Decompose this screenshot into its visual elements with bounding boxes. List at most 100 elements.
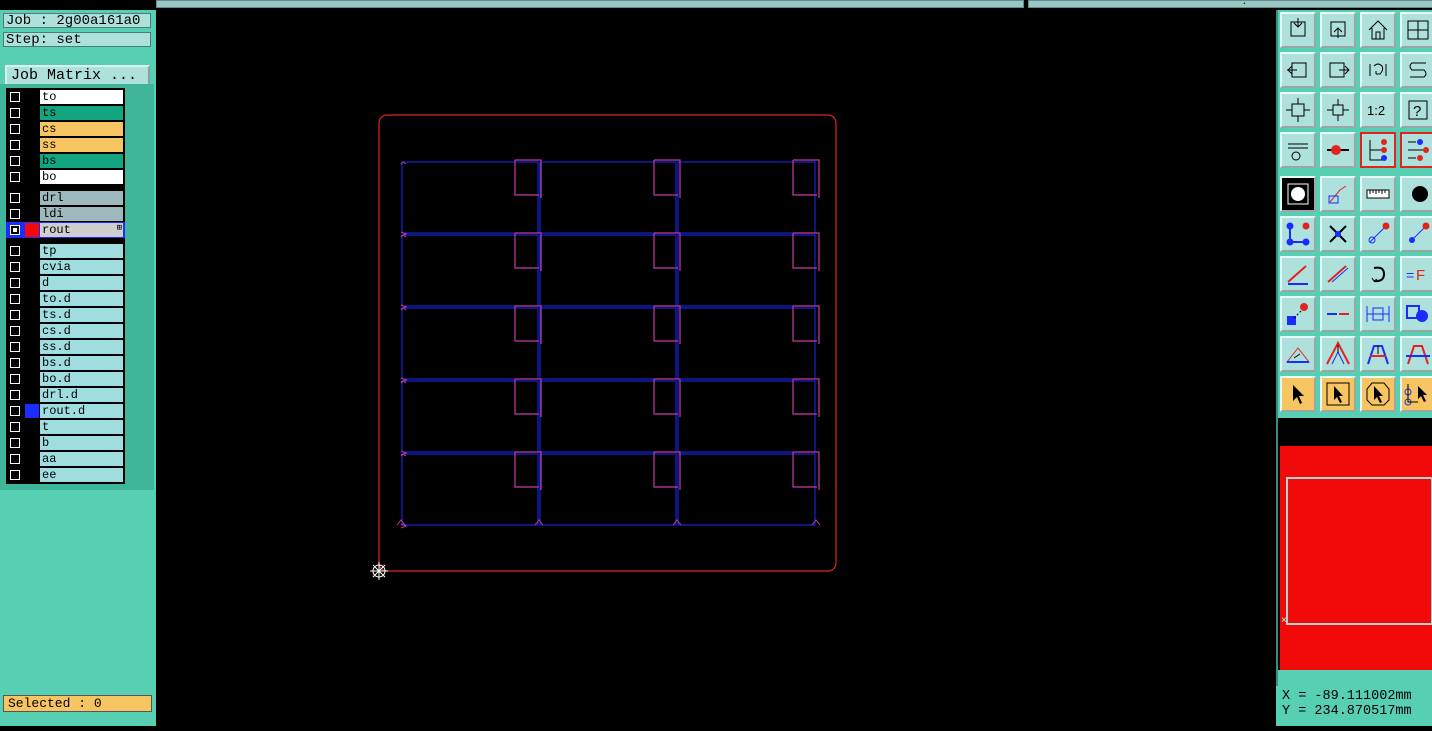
layer-checkbox[interactable] <box>10 342 20 352</box>
layer-checkbox[interactable] <box>10 406 20 416</box>
layer-row-b[interactable]: b <box>6 435 125 451</box>
layer-row-ldi[interactable]: ldi <box>6 206 125 222</box>
zoom-center-icon[interactable] <box>1320 92 1356 128</box>
layer-name[interactable]: d <box>40 276 123 290</box>
layer-row-bs-d[interactable]: bs.d <box>6 355 125 371</box>
layer-color-swatch[interactable] <box>25 308 39 322</box>
layer-checkbox[interactable] <box>10 294 20 304</box>
layer-color-swatch[interactable] <box>25 154 39 168</box>
layer-row-rout[interactable]: rout ⊞ <box>6 222 125 238</box>
layer-row-ss-d[interactable]: ss.d <box>6 339 125 355</box>
layer-color-swatch[interactable] <box>25 468 39 482</box>
layer-checkbox[interactable] <box>10 470 20 480</box>
shape-edit-icon[interactable] <box>1320 176 1356 212</box>
layer-name[interactable]: ss.d <box>40 340 123 354</box>
layer-name[interactable]: b <box>40 436 123 450</box>
layer-checkbox[interactable] <box>10 438 20 448</box>
layer-color-swatch[interactable] <box>25 372 39 386</box>
layer-name[interactable]: bo.d <box>40 372 123 386</box>
triangle-up-icon[interactable] <box>1320 336 1356 372</box>
layer-checkbox[interactable] <box>10 108 20 118</box>
layer-checkbox[interactable] <box>10 209 20 219</box>
layer-name[interactable]: to.d <box>40 292 123 306</box>
shapes-icon[interactable] <box>1400 296 1432 332</box>
layer-name[interactable]: cs <box>40 122 123 136</box>
layer-row-d[interactable]: d <box>6 275 125 291</box>
probe-icon[interactable] <box>1320 132 1356 168</box>
window-split-icon[interactable] <box>1400 12 1432 48</box>
overview-viewport[interactable] <box>1286 477 1432 625</box>
pan-right-icon[interactable] <box>1320 52 1356 88</box>
layer-checkbox[interactable] <box>10 92 20 102</box>
layer-name[interactable]: ee <box>40 468 123 482</box>
layer-color-swatch[interactable] <box>25 276 39 290</box>
layer-checkbox[interactable] <box>10 140 20 150</box>
layer-row-rout-d[interactable]: rout.d <box>6 403 125 419</box>
layer-color-swatch[interactable] <box>25 122 39 136</box>
layer-name[interactable]: drl <box>40 191 123 205</box>
layer-color-swatch[interactable] <box>25 244 39 258</box>
cross-node-icon[interactable] <box>1320 216 1356 252</box>
help-icon[interactable]: ? <box>1400 92 1432 128</box>
layer-row-ts-d[interactable]: ts.d <box>6 307 125 323</box>
trapezoid-icon[interactable] <box>1360 336 1396 372</box>
layer-checkbox[interactable] <box>10 246 20 256</box>
settings-tool-icon[interactable] <box>1280 132 1316 168</box>
layer-color-swatch[interactable] <box>25 207 39 221</box>
layer-row-to-d[interactable]: to.d <box>6 291 125 307</box>
layer-row-aa[interactable]: aa <box>6 451 125 467</box>
zoom-fit-icon[interactable] <box>1280 92 1316 128</box>
layer-color-swatch[interactable] <box>25 324 39 338</box>
layer-color-swatch[interactable] <box>25 106 39 120</box>
select-net-icon[interactable] <box>1400 376 1432 412</box>
layer-color-swatch[interactable] <box>25 292 39 306</box>
overview-map[interactable]: × <box>1278 418 1432 670</box>
layer-row-drl-d[interactable]: drl.d <box>6 387 125 403</box>
measure-gap-icon[interactable] <box>1360 296 1396 332</box>
layer-name[interactable]: tp <box>40 244 123 258</box>
layer-name[interactable]: drl.d <box>40 388 123 402</box>
layer-checkbox[interactable] <box>10 422 20 432</box>
layer-row-ss[interactable]: ss <box>6 137 125 153</box>
line-node-icon[interactable] <box>1360 216 1396 252</box>
layer-name[interactable]: aa <box>40 452 123 466</box>
layer-row-cs[interactable]: cs <box>6 121 125 137</box>
layer-name[interactable]: cs.d <box>40 324 123 338</box>
layer-color-swatch[interactable] <box>25 404 39 418</box>
layer-color-swatch[interactable] <box>25 90 39 104</box>
layer-color-swatch[interactable] <box>25 388 39 402</box>
layer-checkbox[interactable] <box>10 358 20 368</box>
job-matrix-button[interactable]: Job Matrix ... <box>5 65 150 86</box>
layer-row-cvia[interactable]: cvia <box>6 259 125 275</box>
layer-checkbox[interactable] <box>10 278 20 288</box>
layer-name[interactable]: bs.d <box>40 356 123 370</box>
menu-strip[interactable] <box>156 0 1024 8</box>
layer-checkbox[interactable] <box>10 124 20 134</box>
layer-checkbox[interactable] <box>10 310 20 320</box>
net-connect-icon[interactable] <box>1360 132 1396 168</box>
layer-name[interactable]: rout <box>40 223 123 237</box>
layer-name[interactable]: bs <box>40 154 123 168</box>
layer-checkbox[interactable] <box>10 454 20 464</box>
pad-select-icon[interactable] <box>1280 176 1316 212</box>
layer-row-ts[interactable]: ts <box>6 105 125 121</box>
layer-checkbox[interactable] <box>10 390 20 400</box>
layer-color-swatch[interactable] <box>25 260 39 274</box>
mirror-icon[interactable]: = F <box>1400 256 1432 292</box>
layer-name[interactable]: ldi <box>40 207 123 221</box>
layer-color-swatch[interactable] <box>25 436 39 450</box>
layer-color-swatch[interactable] <box>25 223 39 237</box>
select-box-icon[interactable] <box>1320 376 1356 412</box>
layer-name[interactable]: rout.d <box>40 404 123 418</box>
ruler-icon[interactable] <box>1360 176 1396 212</box>
zoom-home-icon[interactable] <box>1280 12 1316 48</box>
triangle-snap-icon[interactable] <box>1280 336 1316 372</box>
layer-name[interactable]: ts.d <box>40 308 123 322</box>
split-line-icon[interactable] <box>1320 296 1356 332</box>
layer-color-swatch[interactable] <box>25 420 39 434</box>
connect-nodes-icon[interactable] <box>1280 216 1316 252</box>
layer-row-bo[interactable]: bo <box>6 169 125 185</box>
undo-view-icon[interactable] <box>1360 52 1396 88</box>
layer-checkbox[interactable] <box>10 225 20 235</box>
layer-row-ee[interactable]: ee <box>6 467 125 483</box>
